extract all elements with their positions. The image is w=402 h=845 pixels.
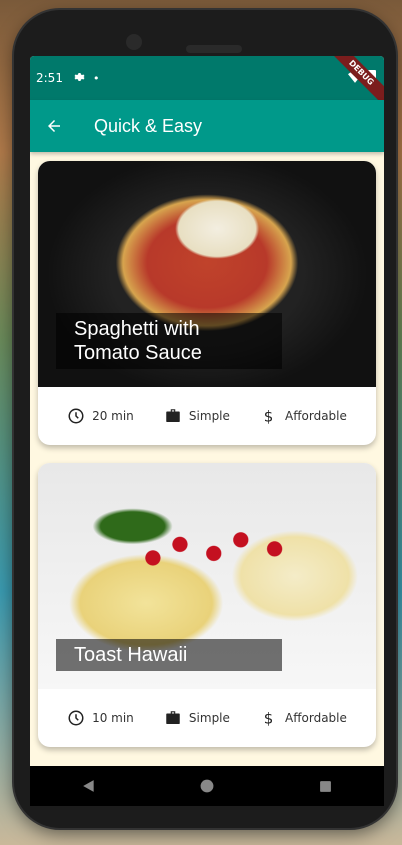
nav-recents-button[interactable] [305, 766, 345, 806]
dollar-icon: $ [260, 709, 278, 727]
clock-icon [67, 407, 85, 425]
back-button[interactable] [30, 100, 78, 152]
meal-list[interactable]: Spaghetti with Tomato Sauce 20 min Simpl… [30, 152, 384, 774]
triangle-back-icon [83, 780, 94, 792]
camera [126, 34, 142, 50]
clock-icon [67, 709, 85, 727]
meal-card[interactable]: Toast Hawaii 10 min Simple $ Affordable [38, 463, 376, 747]
svg-text:$: $ [264, 407, 274, 425]
meal-meta: 20 min Simple $ Affordable [38, 387, 376, 445]
complexity-label: Simple [188, 711, 230, 725]
meal-meta: 10 min Simple $ Affordable [38, 689, 376, 747]
complexity: Simple [164, 709, 230, 727]
duration: 20 min [67, 407, 134, 425]
notification-dot: • [92, 71, 100, 85]
duration: 10 min [67, 709, 134, 727]
briefcase-icon [164, 407, 182, 425]
nav-home-button[interactable] [187, 766, 227, 806]
nav-back-button[interactable] [69, 766, 109, 806]
duration-label: 10 min [92, 711, 134, 725]
page-title: Quick & Easy [94, 115, 203, 136]
affordability: $ Affordable [260, 709, 347, 727]
system-nav-bar [30, 766, 384, 806]
affordability-label: Affordable [285, 409, 347, 423]
gear-icon [73, 71, 85, 86]
app-bar: Quick & Easy [30, 100, 384, 152]
briefcase-icon [164, 709, 182, 727]
dollar-icon: $ [260, 407, 278, 425]
status-bar: 2:51 • DEBUG [30, 56, 384, 110]
meal-image: Spaghetti with Tomato Sauce [38, 161, 376, 387]
complexity-label: Simple [188, 409, 230, 423]
svg-text:$: $ [264, 709, 274, 727]
speaker [186, 45, 242, 53]
meal-card[interactable]: Spaghetti with Tomato Sauce 20 min Simpl… [38, 161, 376, 445]
meal-title: Spaghetti with Tomato Sauce [56, 313, 282, 369]
arrow-left-icon [48, 120, 60, 132]
meal-title: Toast Hawaii [56, 639, 282, 671]
circle-home-icon [200, 779, 214, 793]
app-screen: 2:51 • DEBUG Quick & Easy Spaghetti with… [30, 56, 384, 804]
affordability-label: Affordable [285, 711, 347, 725]
status-time: 2:51 [36, 71, 63, 85]
square-recents-icon [319, 780, 331, 792]
duration-label: 20 min [92, 409, 134, 423]
meal-image: Toast Hawaii [38, 463, 376, 689]
affordability: $ Affordable [260, 407, 347, 425]
complexity: Simple [164, 407, 230, 425]
